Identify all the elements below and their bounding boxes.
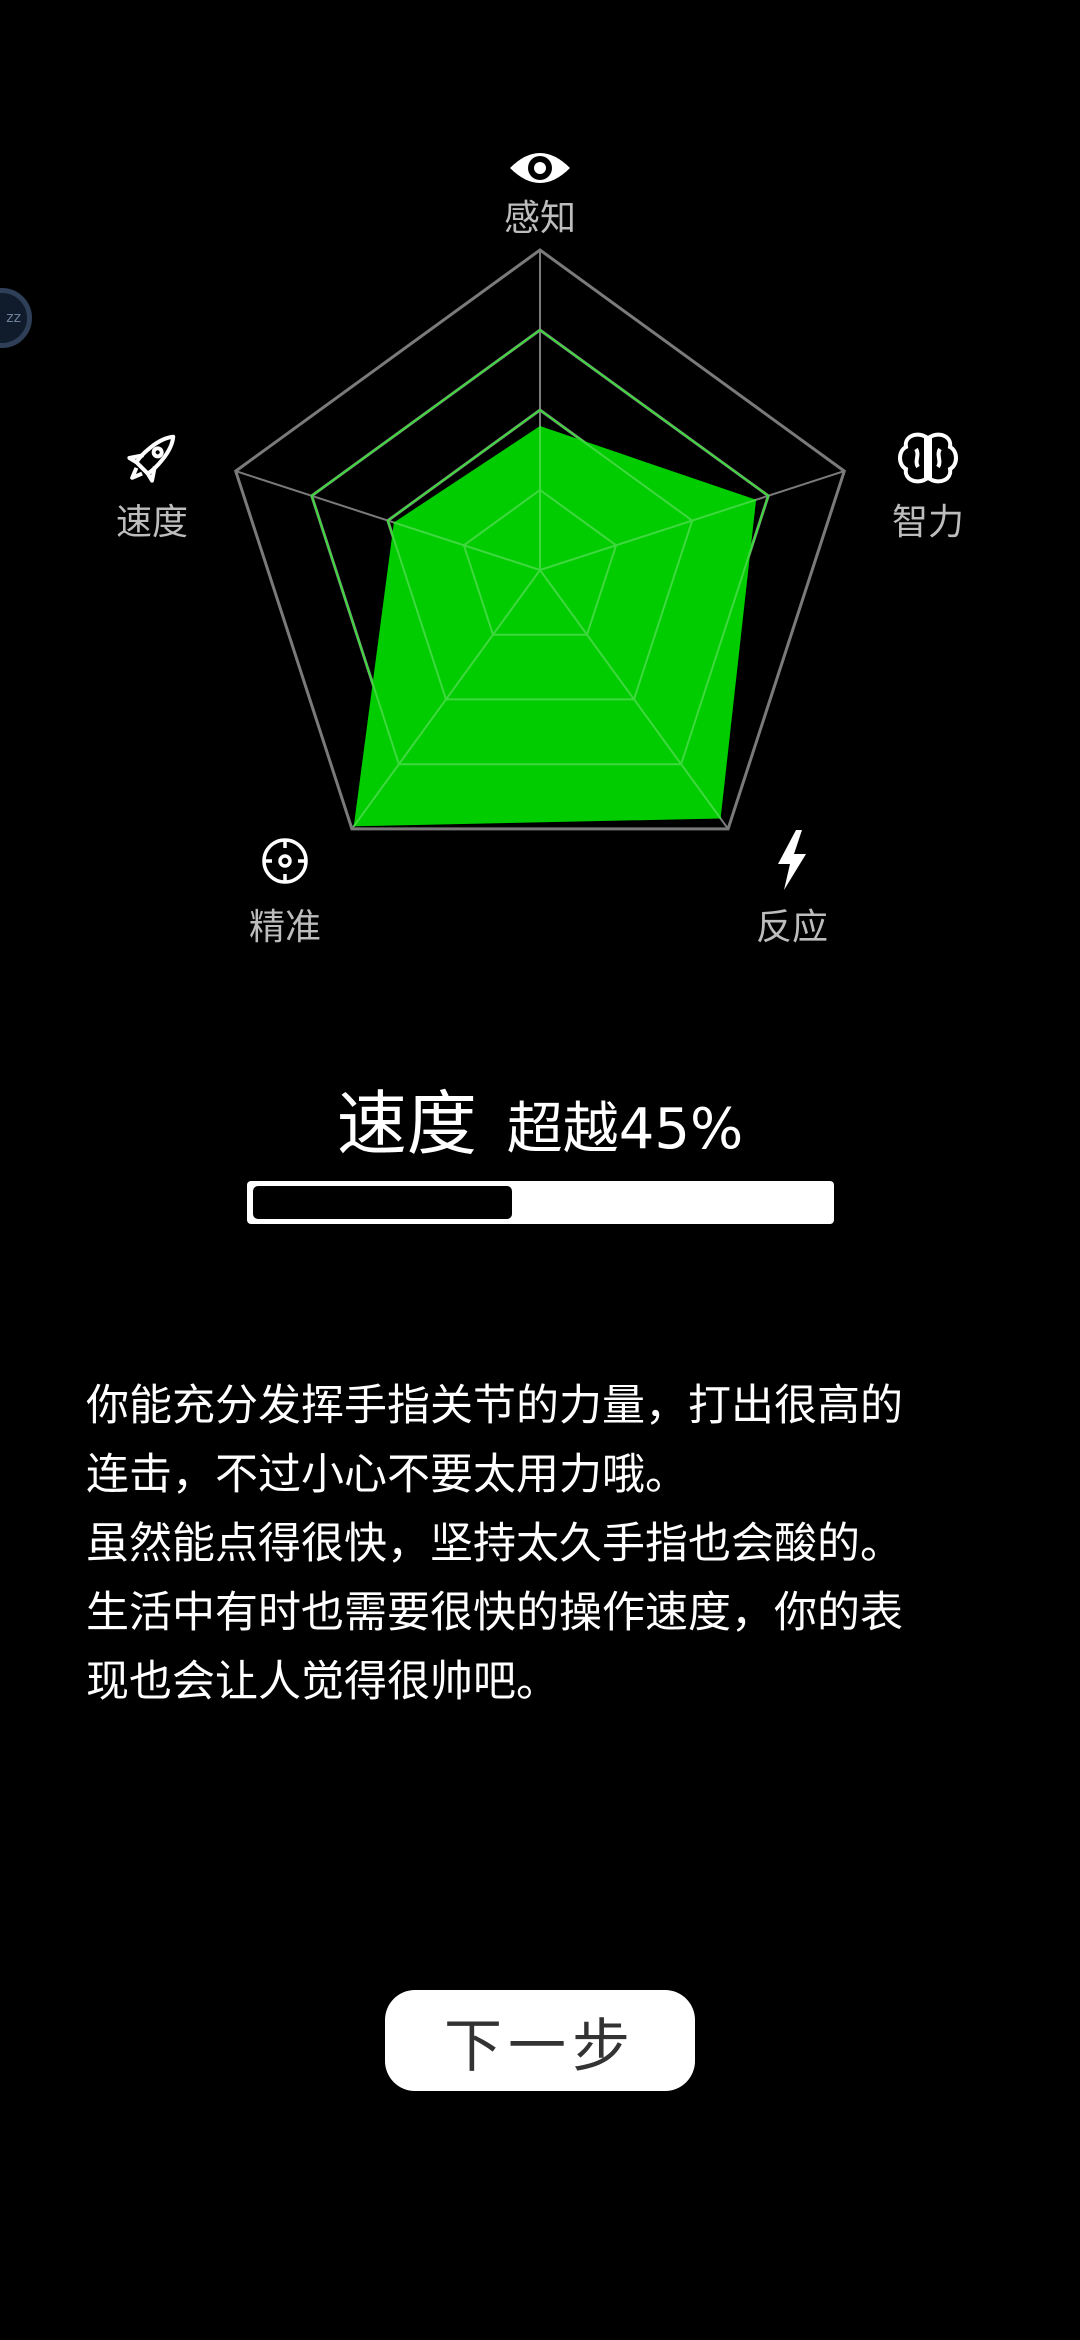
description-line: 你能充分发挥手指关节的力量，打出很高的: [86, 1381, 903, 1431]
description-line: 现也会让人觉得很帅吧。: [86, 1657, 559, 1707]
axis-label-intelligence: 智力: [892, 502, 964, 543]
floating-bubble-text: zz: [6, 310, 21, 326]
result-description: 你能充分发挥手指关节的力量，打出很高的 连击，不过小心不要太用力哦。 虽然能点得…: [86, 1372, 1016, 1717]
percentile-progress-fill: [253, 1186, 512, 1219]
radar-chart: 感知 智力 反应 精准 速度: [116, 153, 964, 948]
description-line: 生活中有时也需要很快的操作速度，你的表: [86, 1588, 903, 1638]
description-line: 虽然能点得很快，坚持太久手指也会酸的。: [86, 1519, 903, 1569]
result-category: 速度: [336, 1083, 477, 1165]
rocket-icon: [127, 434, 176, 483]
radar-data-polygon: [353, 426, 757, 827]
crosshair-icon: [262, 838, 308, 884]
result-percentile: 超越45%: [506, 1097, 744, 1162]
result-heading: 速度 超越45%: [0, 1068, 1080, 1169]
description-line: 连击，不过小心不要太用力哦。: [86, 1450, 688, 1500]
lightning-icon: [778, 830, 806, 890]
axis-label-perception: 感知: [504, 198, 576, 239]
percentile-progress-bar: [247, 1181, 834, 1224]
result-screen: 感知 智力 反应 精准 速度 zz 速度 超越45% 你能充分发挥手指关节的力量…: [0, 0, 1080, 2340]
eye-icon: [510, 153, 570, 183]
axis-label-reaction: 反应: [756, 907, 828, 948]
brain-icon: [898, 432, 958, 484]
next-step-button[interactable]: 下一步: [385, 1990, 695, 2091]
axis-label-speed: 速度: [116, 502, 188, 543]
axis-label-precision: 精准: [249, 907, 321, 948]
